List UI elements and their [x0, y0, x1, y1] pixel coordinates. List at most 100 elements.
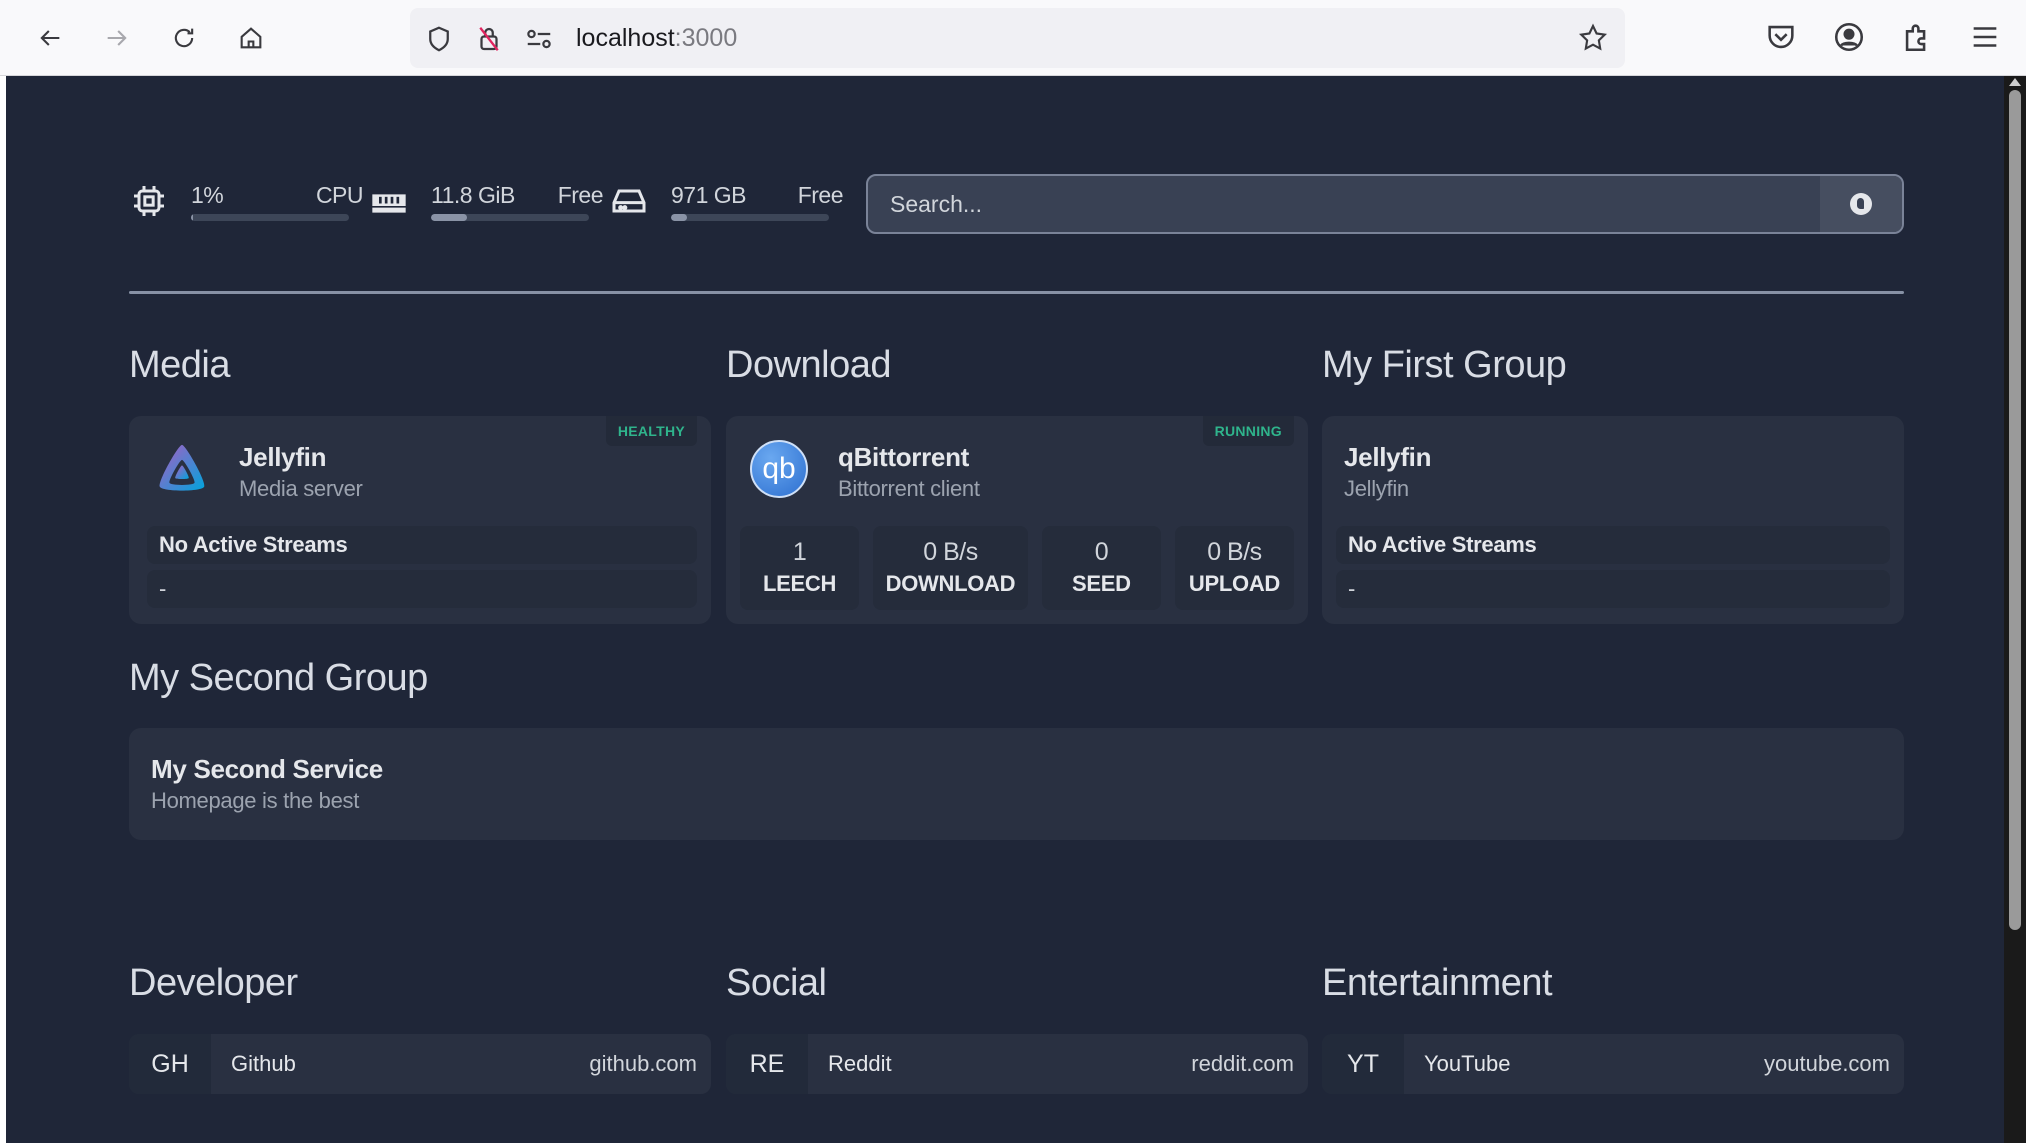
stat-value: 1	[792, 538, 807, 566]
memory-icon	[372, 194, 406, 213]
stat-label: UPLOAD	[1188, 571, 1280, 596]
service-name: Jellyfin	[239, 442, 327, 472]
cpu-icon	[134, 186, 164, 216]
service-name: My Second Service	[151, 754, 383, 784]
service-description: Homepage is the best	[151, 788, 360, 813]
browser-toolbar: localhost:3000	[0, 0, 2026, 76]
back-button[interactable]	[30, 18, 70, 58]
bookmark-url: reddit.com	[1191, 1051, 1294, 1076]
header-divider	[129, 291, 1904, 294]
status-badge: HEALTHY	[605, 416, 697, 446]
stat-download: 0 B/s DOWNLOAD	[873, 526, 1028, 610]
shield-icon[interactable]	[424, 24, 454, 54]
page-scrollbar[interactable]	[2004, 76, 2026, 1143]
stat-seed: 0 SEED	[1041, 526, 1161, 610]
cpu-label: CPU	[315, 182, 364, 208]
service-description: Jellyfin	[1344, 476, 1409, 501]
disk-icon	[612, 189, 646, 213]
group-title-media: Media	[129, 344, 231, 386]
group-title-my-first-group: My First Group	[1322, 344, 1567, 386]
streams-label: No Active Streams	[1336, 526, 1890, 564]
qbittorrent-icon: qb	[750, 440, 808, 498]
bookmark-abbr: RE	[726, 1034, 808, 1094]
disk-usage-fill	[671, 214, 687, 221]
arrow-left-icon	[40, 30, 60, 46]
stat-label: SEED	[1072, 571, 1131, 596]
service-description: Bittorrent client	[838, 476, 980, 501]
disk-usage-bar	[671, 214, 829, 221]
search-input[interactable]	[868, 176, 1818, 232]
homepage-dashboard: 1% CPU 11.8 GiB Free 971 GB Free Media	[6, 76, 2004, 1143]
disk-label: Free	[797, 182, 844, 208]
group-title-my-second-group: My Second Group	[129, 657, 428, 699]
memory-usage-bar	[431, 214, 589, 221]
reload-button[interactable]	[164, 18, 204, 58]
insecure-lock-icon[interactable]	[474, 24, 504, 54]
bookmark-name: YouTube	[1424, 1051, 1511, 1076]
forward-button[interactable]	[97, 18, 137, 58]
streams-detail: -	[147, 570, 697, 608]
cpu-widget: 1% CPU	[129, 174, 369, 224]
bookmark-abbr: GH	[129, 1034, 211, 1094]
resource-widgets: 1% CPU 11.8 GiB Free 971 GB Free	[129, 174, 849, 224]
disk-widget: 971 GB Free	[609, 174, 849, 224]
scroll-up-arrow-icon[interactable]	[2009, 78, 2021, 86]
qbittorrent-icon-text: qb	[762, 452, 796, 485]
stat-label: DOWNLOAD	[885, 571, 1016, 596]
bookmark-github[interactable]: GH Github github.com	[129, 1034, 711, 1094]
scrollbar-thumb[interactable]	[2009, 90, 2021, 930]
home-button[interactable]	[231, 18, 271, 58]
window-bottom-edge	[0, 1143, 2026, 1148]
memory-widget: 11.8 GiB Free	[369, 174, 609, 224]
pocket-icon[interactable]	[1764, 20, 1798, 54]
service-card-jellyfin-2[interactable]: Jellyfin Jellyfin No Active Streams -	[1322, 416, 1904, 624]
url-text[interactable]: localhost:3000	[576, 24, 737, 53]
stat-value: 0	[1094, 538, 1109, 566]
permissions-icon[interactable]	[524, 24, 554, 54]
bookmark-abbr: YT	[1322, 1034, 1404, 1094]
cpu-usage-bar	[191, 214, 349, 221]
search-provider-button[interactable]	[1820, 176, 1902, 232]
memory-label: Free	[557, 182, 604, 208]
address-bar[interactable]: localhost:3000	[410, 8, 1625, 68]
status-badge: RUNNING	[1202, 416, 1294, 446]
memory-usage-fill	[431, 214, 468, 221]
bookmark-name: Github	[231, 1051, 296, 1076]
service-description: Media server	[239, 476, 363, 501]
bookmark-youtube[interactable]: YT YouTube youtube.com	[1322, 1034, 1904, 1094]
bookmark-url: youtube.com	[1764, 1051, 1890, 1076]
bookmark-group-developer: Developer	[129, 962, 298, 1004]
cpu-value: 1%	[191, 182, 224, 208]
stat-upload: 0 B/s UPLOAD	[1174, 526, 1294, 610]
streams-detail: -	[1336, 570, 1890, 608]
service-card-qbittorrent[interactable]: qb qBittorrent Bittorrent client RUNNING…	[726, 416, 1308, 624]
extensions-icon[interactable]	[1900, 20, 1934, 54]
stat-label: LEECH	[763, 571, 837, 596]
service-name: Jellyfin	[1344, 442, 1432, 472]
url-host: localhost	[576, 24, 675, 52]
search-provider-icon	[1850, 193, 1872, 215]
jellyfin-icon	[159, 444, 205, 491]
menu-icon[interactable]	[1968, 20, 2002, 54]
bookmark-group-entertainment: Entertainment	[1322, 962, 1553, 1004]
streams-label: No Active Streams	[147, 526, 697, 564]
bookmark-url: github.com	[589, 1051, 697, 1076]
group-title-download: Download	[726, 344, 892, 386]
cpu-usage-fill	[191, 214, 193, 221]
service-name: qBittorrent	[838, 442, 970, 472]
reload-icon	[174, 28, 194, 48]
torrent-stats: 1 LEECH 0 B/s DOWNLOAD 0 SEED 0 B/s UPLOAD	[740, 526, 1294, 610]
disk-value: 971 GB	[671, 182, 747, 208]
url-port: :3000	[674, 24, 738, 52]
bookmark-name: Reddit	[828, 1051, 892, 1076]
bookmark-reddit[interactable]: RE Reddit reddit.com	[726, 1034, 1308, 1094]
bookmark-star-icon[interactable]	[1577, 22, 1609, 54]
home-icon	[240, 27, 262, 49]
stat-leech: 1 LEECH	[740, 526, 860, 610]
service-card-jellyfin[interactable]: Jellyfin Media server HEALTHY No Active …	[129, 416, 711, 624]
service-card-my-second-service[interactable]: My Second Service Homepage is the best	[129, 728, 1904, 840]
arrow-right-icon	[107, 30, 127, 46]
search-box	[866, 174, 1904, 234]
account-icon[interactable]	[1832, 20, 1866, 54]
memory-value: 11.8 GiB	[431, 182, 515, 208]
